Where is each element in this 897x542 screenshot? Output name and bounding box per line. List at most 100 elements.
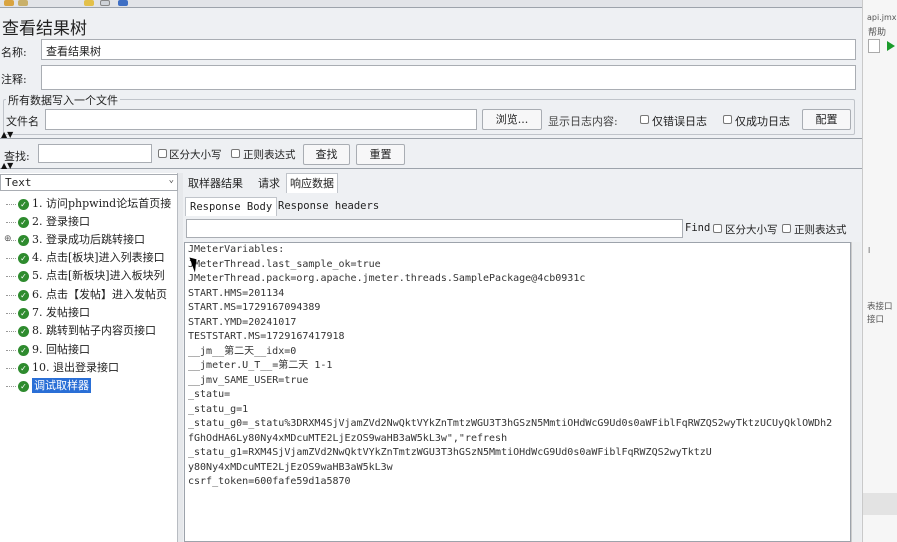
success-check-icon: ✓	[18, 380, 29, 392]
response-line: _statu_g1=RXM4SjVjamZVd2NwQktVYkZnTmtzWG…	[188, 447, 712, 458]
tree-item-label: 9. 回帖接口	[32, 343, 90, 356]
tree-item-label: 4. 点击[板块]进入列表接口	[32, 251, 165, 264]
tree-item[interactable]: ✓ 5. 点击[新板块]进入板块列	[6, 267, 178, 285]
tree-item[interactable]: ✓ 2. 登录接口	[6, 213, 178, 231]
divider	[0, 138, 862, 139]
response-find-label: Find	[685, 222, 711, 234]
tool-button[interactable]	[868, 39, 880, 53]
tree-item[interactable]: ✓ 3. 登录成功后跳转接口	[6, 231, 178, 249]
expand-icon[interactable]: ⊕	[4, 234, 12, 244]
copy-icon[interactable]	[100, 0, 110, 6]
response-line: y80Ny4xMDcuMTE2LjEzOS9waHB3aW5kL3w	[188, 462, 393, 473]
response-line: __jmv_SAME_USER=true	[188, 375, 309, 386]
success-check-icon: ✓	[18, 289, 29, 301]
bulb-icon[interactable]	[84, 0, 94, 6]
search-input[interactable]	[38, 144, 152, 163]
start-icon[interactable]	[887, 41, 895, 51]
tree-connector	[6, 221, 16, 223]
response-line: TESTSTART.MS=1729167417918	[188, 331, 345, 342]
tree-connector	[6, 330, 16, 332]
background-window-title: api.jmx) - A	[867, 13, 897, 22]
success-check-icon: ✓	[18, 362, 29, 374]
comment-label: 注释:	[1, 73, 27, 86]
response-line: START.HMS=201134	[188, 288, 285, 299]
response-line: _statu=	[188, 389, 231, 400]
response-line: JMeterThread.last_sample_ok=true	[188, 259, 381, 270]
success-only-label: 仅成功日志	[735, 115, 790, 128]
success-check-icon: ✓	[18, 234, 29, 246]
response-line: _statu_g=1	[188, 404, 249, 415]
filename-field[interactable]	[45, 109, 477, 130]
divider	[0, 168, 862, 169]
response-line: csrf_token=600fafe59d1a5870	[188, 476, 351, 487]
vertical-scrollbar[interactable]	[851, 242, 861, 542]
toolbar-strip	[0, 0, 862, 8]
response-case-checkbox[interactable]	[713, 224, 722, 233]
tree-item-label: 7. 发帖接口	[32, 306, 90, 319]
tree-item[interactable]: ✓ 4. 点击[板块]进入列表接口	[6, 249, 178, 267]
success-check-icon: ✓	[18, 325, 29, 337]
tree-item-label: 调试取样器	[32, 378, 91, 393]
renderer-select-value: Text	[5, 176, 32, 189]
background-text: 表接口	[867, 302, 893, 312]
tree-connector	[6, 275, 16, 277]
tab-response-headers[interactable]: Response headers	[274, 197, 383, 216]
response-line: JMeterThread.pack=org.apache.jmeter.thre…	[188, 273, 586, 284]
filename-label: 文件名	[6, 115, 39, 128]
tree-item[interactable]: ✓ 调试取样器	[6, 377, 178, 395]
success-check-icon: ✓	[18, 216, 29, 228]
tree-item[interactable]: ✓ 1. 访问phpwind论坛首页接	[6, 195, 178, 213]
tab-sampler-result[interactable]: 取样器结果	[185, 174, 246, 194]
tree-item[interactable]: ✓ 8. 跳转到帖子内容页接口	[6, 322, 178, 340]
collapse-arrow-icon[interactable]: ▲▼	[1, 161, 13, 170]
tree-item[interactable]: ✓ 9. 回帖接口	[6, 341, 178, 359]
response-regex-checkbox[interactable]	[782, 224, 791, 233]
response-line: _statu_g0=_statu%3DRXM4SjVjamZVd2NwQktVY…	[188, 418, 833, 429]
configure-button[interactable]: 配置	[802, 109, 851, 130]
regex-label: 正则表达式	[243, 149, 296, 161]
tab-response-body[interactable]: Response Body	[185, 197, 278, 216]
tab-response-data[interactable]: 响应数据	[286, 173, 338, 193]
tree-item-label: 1. 访问phpwind论坛首页接	[32, 197, 172, 210]
response-find-input[interactable]	[186, 219, 683, 238]
response-line: __jm__第二天__idx=0	[188, 346, 297, 357]
case-sensitive-checkbox[interactable]	[158, 149, 167, 158]
success-check-icon: ✓	[18, 344, 29, 356]
renderer-select[interactable]: Text ⌄	[0, 174, 178, 191]
name-field[interactable]: 查看结果树	[41, 39, 856, 60]
browse-button[interactable]: 浏览...	[482, 109, 542, 130]
response-line: fGhOdHA6Ly80Ny4xMDcuMTE2LjEzOS9waHB3aW5k…	[188, 433, 508, 444]
tree-connector	[6, 349, 16, 351]
success-check-icon: ✓	[18, 307, 29, 319]
tree-item-label: 5. 点击[新板块]进入板块列	[32, 269, 165, 282]
response-line: __jmeter.U_T__=第二天 1-1	[188, 360, 333, 371]
response-line: JMeterVariables:	[188, 244, 285, 255]
chevron-down-icon: ⌄	[168, 175, 174, 185]
panel-splitter[interactable]	[178, 173, 183, 542]
background-panel	[863, 493, 897, 515]
tree-connector	[6, 312, 16, 314]
collapse-arrow-icon[interactable]: ▲▼	[1, 130, 13, 139]
pencil-icon[interactable]	[118, 0, 128, 6]
tab-request[interactable]: 请求	[255, 174, 283, 194]
folder-icon[interactable]	[4, 0, 14, 6]
background-window: api.jmx) - A 帮助 l 表接口 接口	[862, 0, 897, 542]
reset-button[interactable]: 重置	[356, 144, 405, 165]
save-icon[interactable]	[18, 0, 28, 6]
success-only-checkbox[interactable]	[723, 115, 732, 124]
errors-only-label: 仅错误日志	[652, 115, 707, 128]
help-menu[interactable]: 帮助	[868, 25, 886, 38]
comment-field[interactable]	[41, 65, 856, 90]
response-case-label: 区分大小写	[725, 224, 778, 236]
response-line: START.MS=1729167094389	[188, 302, 321, 313]
success-check-icon: ✓	[18, 198, 29, 210]
case-sensitive-label: 区分大小写	[169, 149, 222, 161]
tree-item[interactable]: ✓ 7. 发帖接口	[6, 304, 178, 322]
tree-item[interactable]: ✓ 6. 点击【发帖】进入发帖页	[6, 286, 178, 304]
errors-only-checkbox[interactable]	[640, 115, 649, 124]
find-button[interactable]: 查找	[303, 144, 350, 165]
regex-checkbox[interactable]	[231, 149, 240, 158]
tree-connector	[6, 203, 16, 205]
tree-item[interactable]: ✓ 10. 退出登录接口	[6, 359, 178, 377]
tree-item-label: 6. 点击【发帖】进入发帖页	[32, 288, 167, 301]
